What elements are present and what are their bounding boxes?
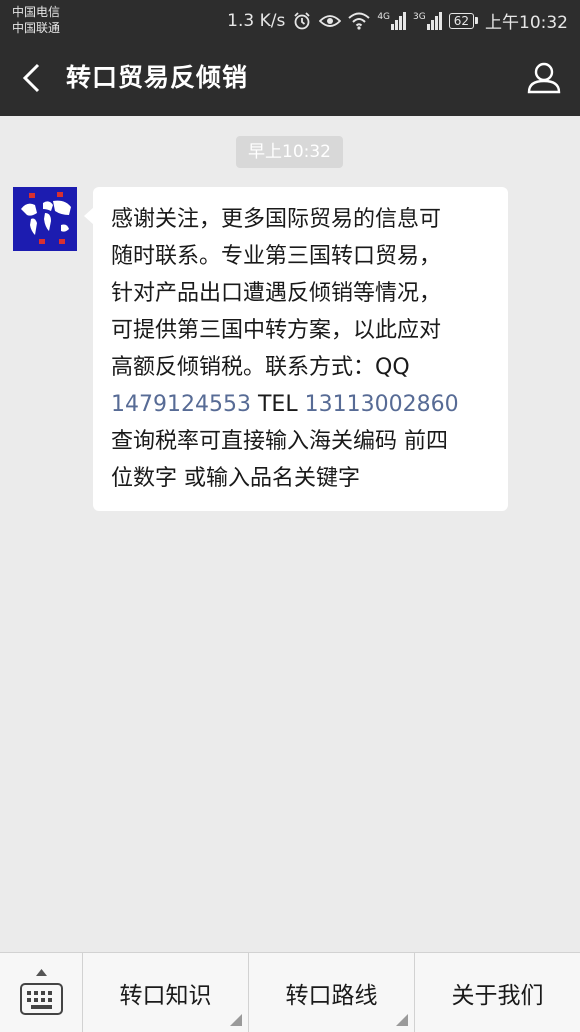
message-timestamp: 早上10:32 xyxy=(236,136,343,168)
message-line: 随时联系。专业第三国转口贸易， xyxy=(111,244,442,269)
world-map-logo-icon xyxy=(13,187,77,251)
contact-line: 1479124553 TEL 13113002860 xyxy=(111,386,490,423)
tel-label: TEL xyxy=(257,392,298,417)
carrier-info: 中国电信 中国联通 xyxy=(12,4,60,36)
message-line: 感谢关注，更多国际贸易的信息可 xyxy=(111,207,442,232)
submenu-indicator-icon xyxy=(396,1014,408,1026)
network-speed: 1.3 K/s xyxy=(227,10,286,31)
avatar[interactable] xyxy=(13,187,77,251)
carrier-2: 中国联通 xyxy=(12,21,61,35)
qq-number-link[interactable]: 1479124553 xyxy=(111,392,251,417)
alarm-icon xyxy=(292,11,312,31)
message-line: 高额反倾销税。联系方式：QQ xyxy=(111,355,410,380)
chevron-up-icon xyxy=(36,969,47,976)
menu-label: 转口知识 xyxy=(119,982,212,1009)
message-line: 位数字 或输入品名关键字 xyxy=(111,466,360,491)
person-icon xyxy=(527,62,561,94)
keyboard-toggle-button[interactable] xyxy=(0,953,83,1032)
tel-number-link[interactable]: 13113002860 xyxy=(305,392,459,417)
page-title: 转口贸易反倾销 xyxy=(66,63,249,92)
signal-4g-icon: 4G xyxy=(377,11,407,30)
message-line: 查询税率可直接输入海关编码 前四 xyxy=(111,429,448,454)
wifi-icon xyxy=(348,12,370,30)
back-button[interactable] xyxy=(14,58,54,98)
keyboard-icon xyxy=(20,983,63,1015)
profile-button[interactable] xyxy=(524,58,564,98)
status-bar: 中国电信 中国联通 1.3 K/s 4G 3G 62 上午10:32 xyxy=(0,0,580,40)
submenu-indicator-icon xyxy=(230,1014,242,1026)
eye-icon xyxy=(319,13,342,29)
menu-label: 转口路线 xyxy=(285,982,378,1009)
menu-label: 关于我们 xyxy=(451,982,544,1009)
bottom-menu: 转口知识 转口路线 关于我们 xyxy=(0,952,580,1032)
signal-3g-icon: 3G xyxy=(413,11,442,30)
battery-level: 62 xyxy=(448,12,474,29)
carrier-1: 中国电信 xyxy=(12,5,61,19)
battery-icon: 62 xyxy=(448,12,478,29)
back-arrow-icon xyxy=(22,63,40,93)
message-bubble[interactable]: 感谢关注，更多国际贸易的信息可 随时联系。专业第三国转口贸易， 针对产品出口遭遇… xyxy=(84,187,508,511)
title-bar: 转口贸易反倾销 xyxy=(0,40,580,116)
menu-transit-routes[interactable]: 转口路线 xyxy=(249,953,415,1032)
menu-about-us[interactable]: 关于我们 xyxy=(415,953,580,1032)
message-line: 可提供第三国中转方案，以此应对 xyxy=(111,318,442,343)
clock: 上午10:32 xyxy=(485,13,568,33)
status-icons: 1.3 K/s 4G 3G 62 上午10:32 xyxy=(227,8,568,34)
message-line: 针对产品出口遭遇反倾销等情况， xyxy=(111,281,442,306)
menu-transit-knowledge[interactable]: 转口知识 xyxy=(83,953,249,1032)
